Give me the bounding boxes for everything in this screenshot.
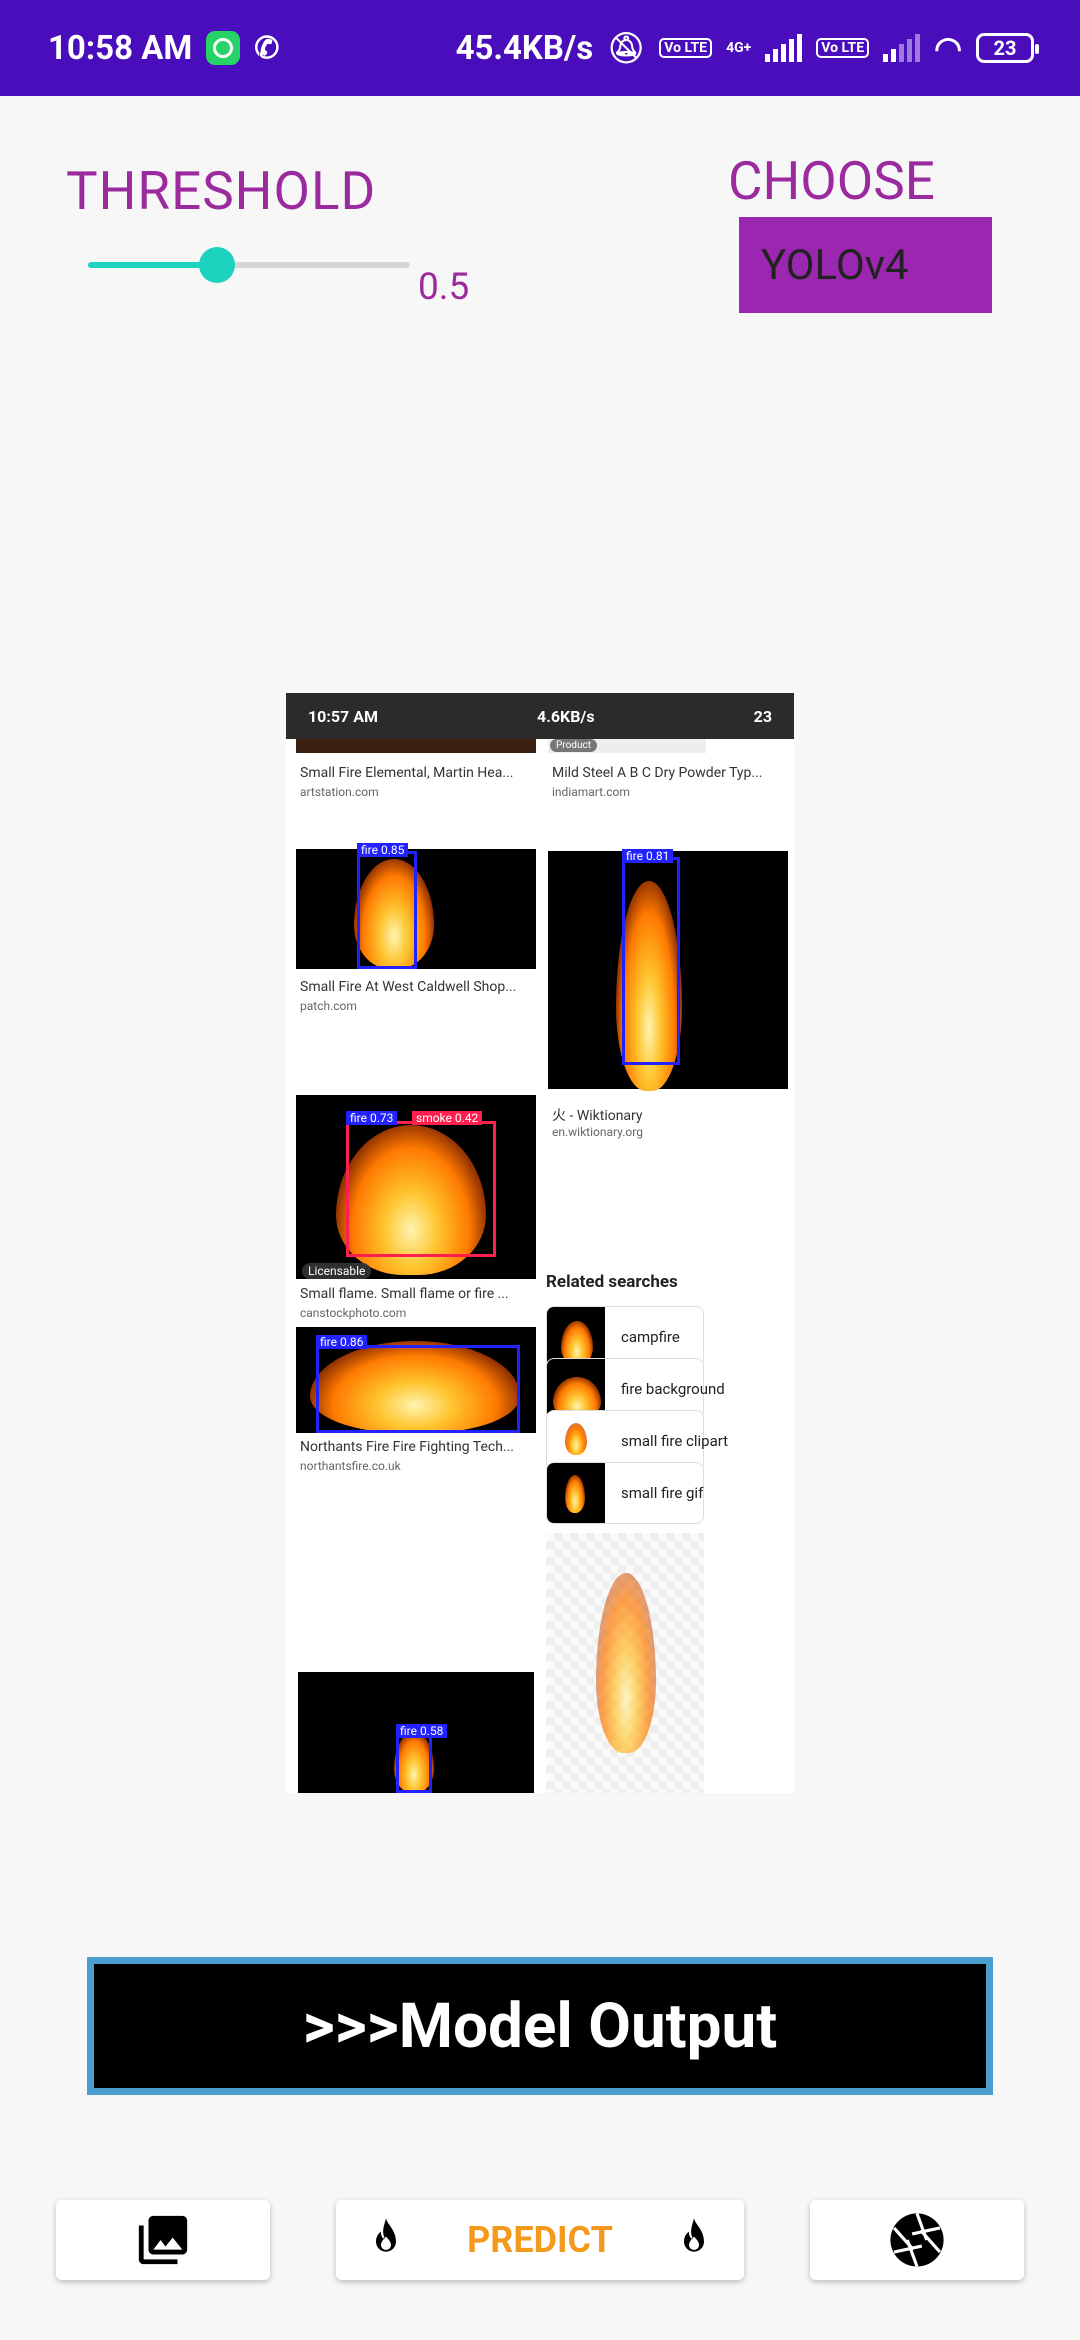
battery-icon: 23 [976,33,1039,63]
related-label: fire background [621,1380,725,1398]
result-site: en.wiktionary.org [552,1125,643,1139]
result-thumb [546,1533,704,1793]
threshold-value: 0.5 [418,266,470,309]
gallery-button[interactable] [56,2200,270,2280]
signal-icon [765,34,803,62]
result-thumb [296,739,536,753]
network-speed: 45.4KB/s [455,28,594,68]
predict-button[interactable]: PREDICT [336,2200,744,2280]
result-title: Northants Fire Fire Fighting Tech... [300,1439,514,1455]
threshold-slider[interactable] [88,247,410,283]
status-bar: 10:58 AM ✆ 45.4KB/s 🔕︎ Vo LTE 4G+ Vo LTE… [0,0,1080,96]
result-thumb: fire 0.81 [548,849,788,1091]
product-tag: Product [550,739,597,752]
related-label: small fire gif [621,1484,704,1502]
result-thumb: Product [548,739,706,753]
detection-label: fire 0.85 [357,843,409,857]
detection-box [357,851,417,969]
result-site: artstation.com [300,785,379,799]
volte-badge: Vo LTE [659,38,713,58]
detection-box [396,1734,432,1793]
preview-status-time: 10:57 AM [308,706,378,726]
flame-image [565,1423,587,1455]
signal-icon-2 [883,34,921,62]
whatsapp-icon [206,31,241,65]
detection-label: smoke 0.42 [412,1111,483,1125]
detection-label: fire 0.81 [622,849,674,863]
phone-icon: ✆ [254,30,280,66]
flame-image [565,1475,585,1513]
related-chip: small fire gif [546,1462,704,1524]
gallery-icon [138,2215,188,2265]
preview-image: 10:57 AM 4.6KB/s 23 Product Small Fire E… [286,693,794,1793]
detection-label: fire 0.86 [316,1335,368,1349]
model-select[interactable]: YOLOv4 [739,217,992,313]
detection-box [316,1345,520,1433]
preview-status-speed: 4.6KB/s [537,706,595,726]
slider-thumb[interactable] [198,247,235,283]
result-title: Small flame. Small flame or fire ... [300,1286,509,1302]
threshold-label: THRESHOLD [66,160,377,222]
battery-level: 23 [993,36,1017,60]
status-time: 10:58 AM [48,28,193,68]
detection-label: fire 0.58 [396,1724,448,1738]
predict-label: PREDICT [467,2219,613,2261]
slider-fill [88,262,217,268]
result-title: Mild Steel A B C Dry Powder Typ... [552,765,763,781]
result-thumb: fire 0.73 smoke 0.42 Licensable [296,1095,536,1279]
detection-box [622,857,680,1065]
result-site: northantsfire.co.uk [300,1459,401,1473]
mute-alarm-icon: 🔕︎ [607,30,646,66]
result-title: Small Fire At West Caldwell Shop... [300,979,517,995]
result-title: 火 - Wiktionary [552,1108,643,1124]
preview-status-bar: 10:57 AM 4.6KB/s 23 [286,693,794,739]
fire-icon [376,2218,396,2252]
detection-box [346,1121,496,1257]
result-site: canstockphoto.com [300,1306,407,1320]
camera-shutter-icon [890,2212,944,2268]
result-title: Small Fire Elemental, Martin Hea... [300,765,514,781]
licensable-tag: Licensable [302,1263,372,1279]
choose-label: CHOOSE [728,150,935,212]
network-type: 4G+ [726,40,752,56]
result-site: patch.com [300,999,357,1013]
related-label: campfire [621,1328,680,1346]
result-thumb: fire 0.85 [296,843,536,969]
related-thumb [547,1463,605,1523]
flame-image [596,1573,656,1753]
wifi-icon: ◠ [934,29,962,67]
camera-button[interactable] [810,2200,1024,2280]
volte-badge-2: Vo LTE [816,38,870,58]
related-label: small fire clipart [621,1432,729,1450]
result-thumb: fire 0.86 [296,1327,536,1433]
result-site: indiamart.com [552,785,630,799]
related-searches-title: Related searches [546,1272,678,1292]
fire-icon [683,2218,704,2252]
model-output-button[interactable]: >>>Model Output [87,1957,993,2095]
preview-status-battery: 23 [753,706,772,726]
result-thumb: fire 0.58 [298,1672,534,1793]
detection-label: fire 0.73 [346,1111,398,1125]
